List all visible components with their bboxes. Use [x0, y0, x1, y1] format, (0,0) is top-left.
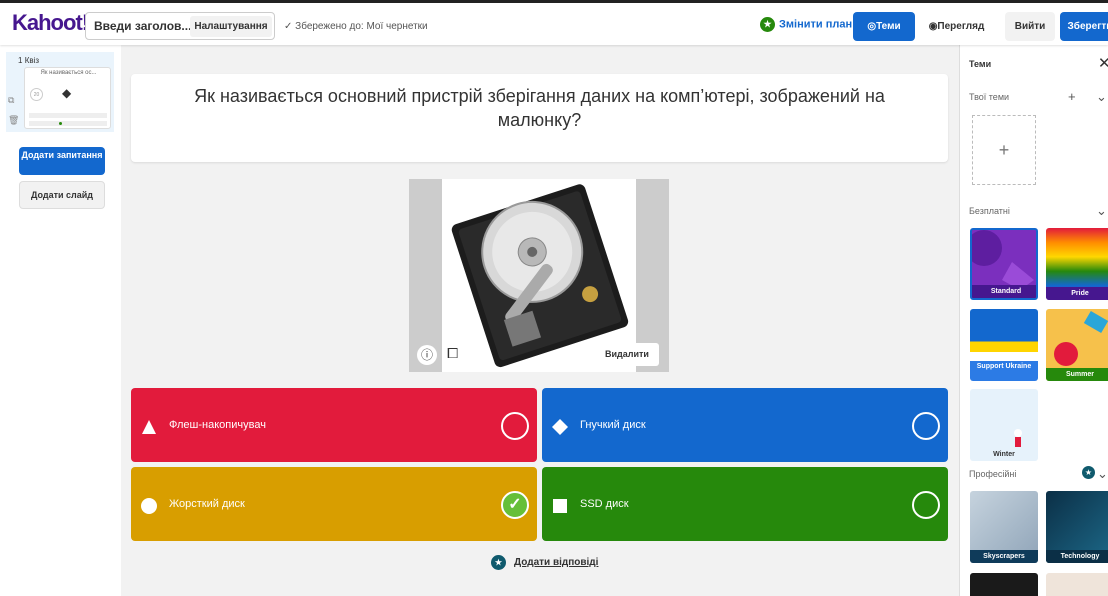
star-icon: ★: [491, 555, 506, 570]
theme-tile-skyscrapers[interactable]: Skyscrapers: [970, 491, 1038, 563]
theme-tile-summer[interactable]: Summer: [1046, 309, 1108, 381]
crop-icon[interactable]: ⧠: [447, 345, 458, 362]
duplicate-icon[interactable]: ⧉: [8, 95, 14, 106]
professional-themes-label: Професійні: [969, 469, 1017, 479]
upload-theme-button[interactable]: +: [972, 115, 1036, 185]
your-themes-label: Твої теми: [969, 92, 1010, 102]
thumbnail-question: Як називається ос...: [40, 70, 97, 76]
free-themes-label: Безплатні: [969, 206, 1010, 216]
change-plan-button[interactable]: ★ Змінити план: [760, 17, 852, 32]
chevron-down-icon[interactable]: ⌄: [1096, 89, 1107, 105]
top-bar: Kahoot! Введи заголов... Налаштування ✓ …: [0, 0, 1108, 45]
thumbnail-timer: 20: [30, 88, 43, 101]
theme-name: Support Ukraine: [970, 361, 1038, 381]
themes-label: Теми: [876, 21, 901, 32]
change-plan-label: Змінити план: [779, 18, 853, 31]
themes-panel-title: Теми: [969, 59, 992, 69]
circle-icon: [141, 498, 157, 514]
answer-text: SSD диск: [580, 498, 629, 510]
themes-button[interactable]: ◎Теми: [853, 12, 915, 41]
exit-button[interactable]: Вийти: [1005, 12, 1055, 41]
theme-tile-pride[interactable]: Pride: [1046, 228, 1108, 300]
title-input[interactable]: Введи заголов... Налаштування: [85, 12, 275, 40]
thumbnail-image-icon: ◆: [62, 86, 72, 100]
theme-name: Skyscrapers: [970, 550, 1038, 563]
square-icon: [553, 499, 567, 513]
add-question-button[interactable]: Додати запитання: [19, 147, 105, 175]
add-answers-label: Додати відповіді: [514, 557, 599, 569]
theme-name: Pride: [1046, 287, 1108, 300]
slide-type: Квіз: [24, 56, 40, 65]
theme-name: Summer: [1046, 368, 1108, 381]
correct-dot: [59, 122, 62, 125]
close-icon[interactable]: ✕: [1098, 54, 1108, 72]
chevron-down-icon[interactable]: ⌄: [1096, 203, 1107, 219]
slide-label: 1 Квіз: [18, 56, 39, 65]
thumbnail-answer-line: [29, 121, 107, 126]
delete-image-button[interactable]: Видалити: [595, 343, 659, 366]
info-icon[interactable]: ⓘ: [417, 345, 437, 365]
add-answers-button[interactable]: ★ Додати відповіді: [491, 555, 598, 570]
palette-icon: ◎: [867, 21, 877, 32]
answer-text: Флеш-накопичувач: [169, 419, 266, 431]
add-slide-button[interactable]: Додати слайд: [19, 181, 105, 209]
answer-2[interactable]: Гнучкий диск: [542, 388, 948, 462]
slide-number: 1: [18, 56, 23, 65]
answer-text: Гнучкий диск: [580, 419, 646, 431]
theme-name: Standard: [972, 285, 1036, 298]
star-icon: ★: [1082, 466, 1095, 479]
triangle-icon: [142, 420, 156, 434]
preview-label: Перегляд: [937, 21, 985, 32]
plus-icon[interactable]: +: [1068, 89, 1076, 104]
save-button[interactable]: Зберегти: [1060, 12, 1108, 41]
theme-name: Winter: [993, 451, 1015, 458]
theme-tile-winter[interactable]: Winter: [970, 389, 1038, 461]
thumbnail-answer-line: [29, 113, 107, 118]
kahoot-logo[interactable]: Kahoot!: [12, 10, 89, 36]
theme-name: Technology: [1046, 550, 1108, 563]
themes-panel: Теми ✕ Твої теми + ⌄ + Безплатні ⌄ Stand…: [959, 45, 1108, 596]
preview-button[interactable]: ◉Перегляд: [924, 12, 989, 41]
theme-tile-technology[interactable]: Technology: [1046, 491, 1108, 563]
theme-tile[interactable]: [1046, 573, 1108, 596]
answer-1[interactable]: Флеш-накопичувач: [131, 388, 537, 462]
chevron-down-icon[interactable]: ⌄: [1097, 466, 1108, 482]
settings-button[interactable]: Налаштування: [190, 16, 272, 37]
star-icon: ★: [760, 17, 775, 32]
media-area: ⓘ ⧠ Видалити: [409, 179, 669, 372]
answer-4[interactable]: SSD диск: [542, 467, 948, 541]
correct-toggle[interactable]: [912, 491, 940, 519]
diamond-icon: [552, 419, 568, 435]
saved-status: ✓ Збережено до: Мої чернетки: [284, 21, 428, 32]
question-input[interactable]: Як називається основний пристрій зберіга…: [131, 74, 948, 162]
theme-tile-support-ukraine[interactable]: Support Ukraine: [970, 309, 1038, 381]
answer-3[interactable]: Жорсткий диск ✓: [131, 467, 537, 541]
correct-toggle[interactable]: [501, 412, 529, 440]
trash-icon[interactable]: 🗑: [8, 115, 19, 126]
slide-thumbnail[interactable]: Як називається ос... 20 ◆: [24, 67, 111, 129]
correct-toggle[interactable]: [912, 412, 940, 440]
answer-text: Жорсткий диск: [169, 498, 245, 510]
title-text: Введи заголов...: [94, 19, 192, 33]
theme-tile[interactable]: [970, 573, 1038, 596]
correct-checkmark-icon[interactable]: ✓: [501, 491, 529, 519]
theme-tile-standard[interactable]: Standard: [970, 228, 1038, 300]
